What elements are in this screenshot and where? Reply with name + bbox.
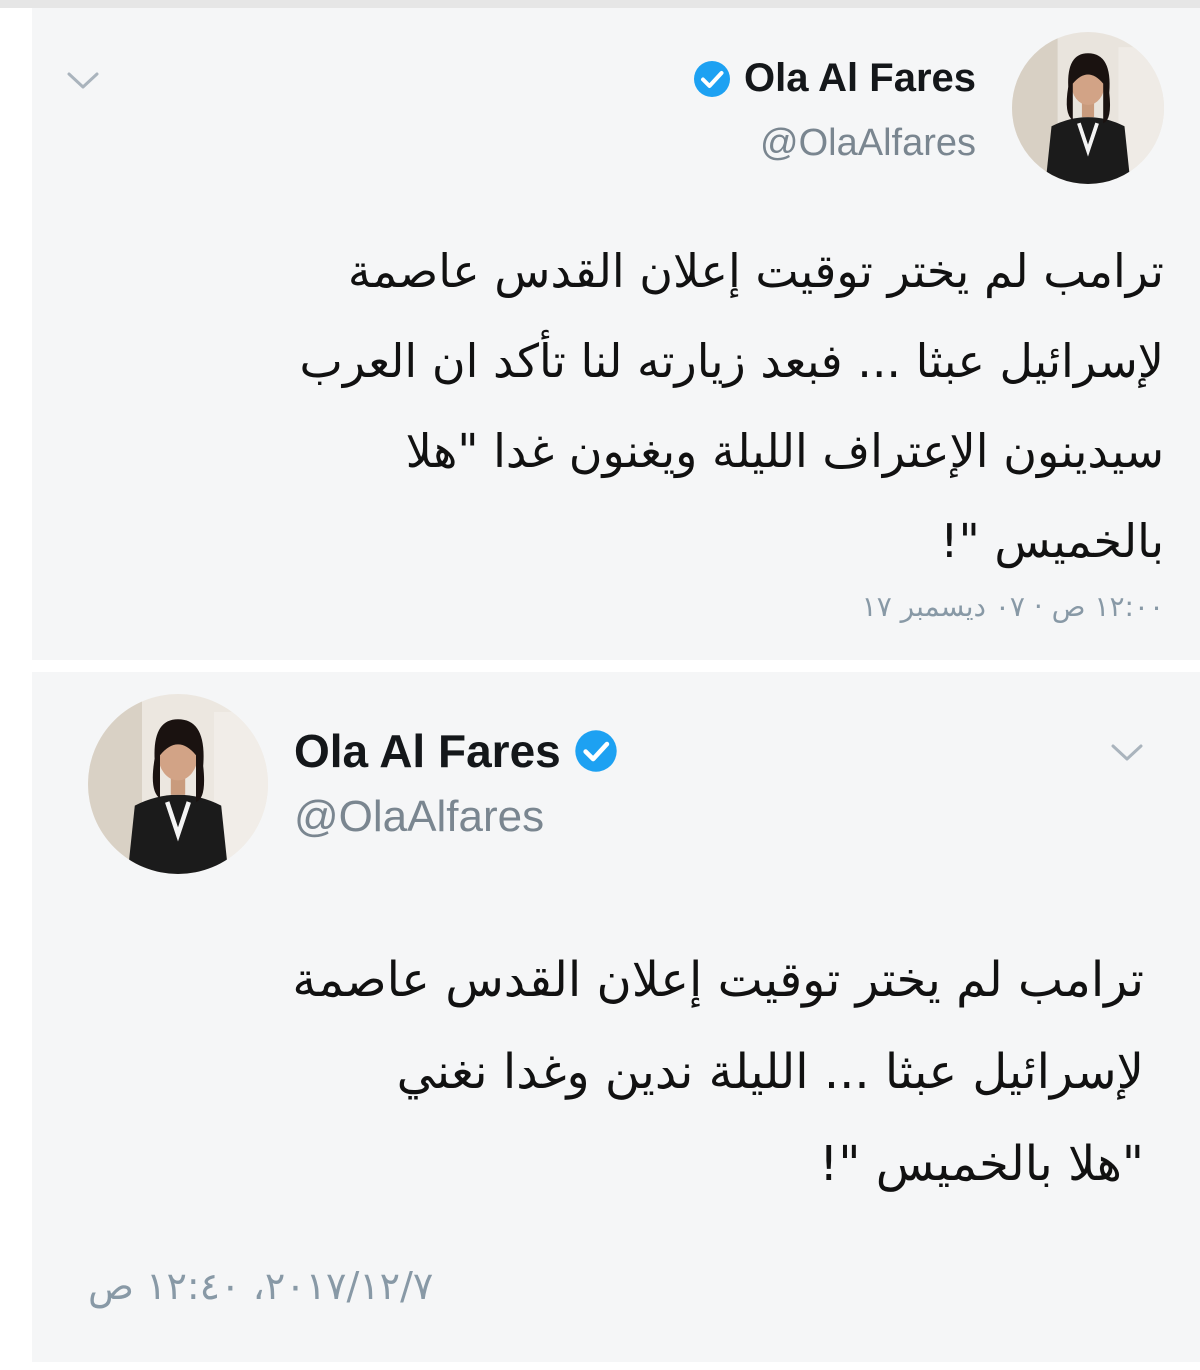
verified-badge-icon	[573, 728, 619, 774]
tweet-timestamp[interactable]: ١٢:٠٠ ص · ٠٧ ديسمبر ١٧	[862, 590, 1164, 623]
tweet-card-2[interactable]: Ola Al Fares @OlaAlfares ترامب لم يختر ت…	[32, 672, 1200, 1362]
author-display-name[interactable]: Ola Al Fares	[744, 56, 976, 101]
tweet-card-1[interactable]: Ola Al Fares @OlaAlfares ترامب لم يختر ت…	[32, 8, 1200, 660]
tweet-text: ترامب لم يختر توقيت إعلان القدس عاصمة لإ…	[292, 952, 1144, 1192]
avatar[interactable]	[88, 694, 268, 874]
author-name-row: Ola Al Fares	[294, 724, 619, 778]
verified-badge-icon	[692, 59, 732, 99]
screenshot-page: Ola Al Fares @OlaAlfares ترامب لم يختر ت…	[0, 0, 1200, 1370]
chevron-down-icon[interactable]	[66, 70, 100, 92]
top-divider	[0, 0, 1200, 8]
tweet-timestamp[interactable]: ٢٠١٧/١٢/٧، ١٢:٤٠ ص	[88, 1264, 433, 1308]
author-display-name[interactable]: Ola Al Fares	[294, 724, 561, 778]
tweet-text: ترامب لم يختر توقيت إعلان القدس عاصمة لإ…	[299, 244, 1164, 568]
author-handle[interactable]: @OlaAlfares	[760, 122, 976, 165]
chevron-down-icon[interactable]	[1110, 742, 1144, 764]
author-name-row: Ola Al Fares	[692, 56, 976, 101]
author-handle[interactable]: @OlaAlfares	[294, 792, 544, 842]
avatar[interactable]	[1012, 32, 1164, 184]
